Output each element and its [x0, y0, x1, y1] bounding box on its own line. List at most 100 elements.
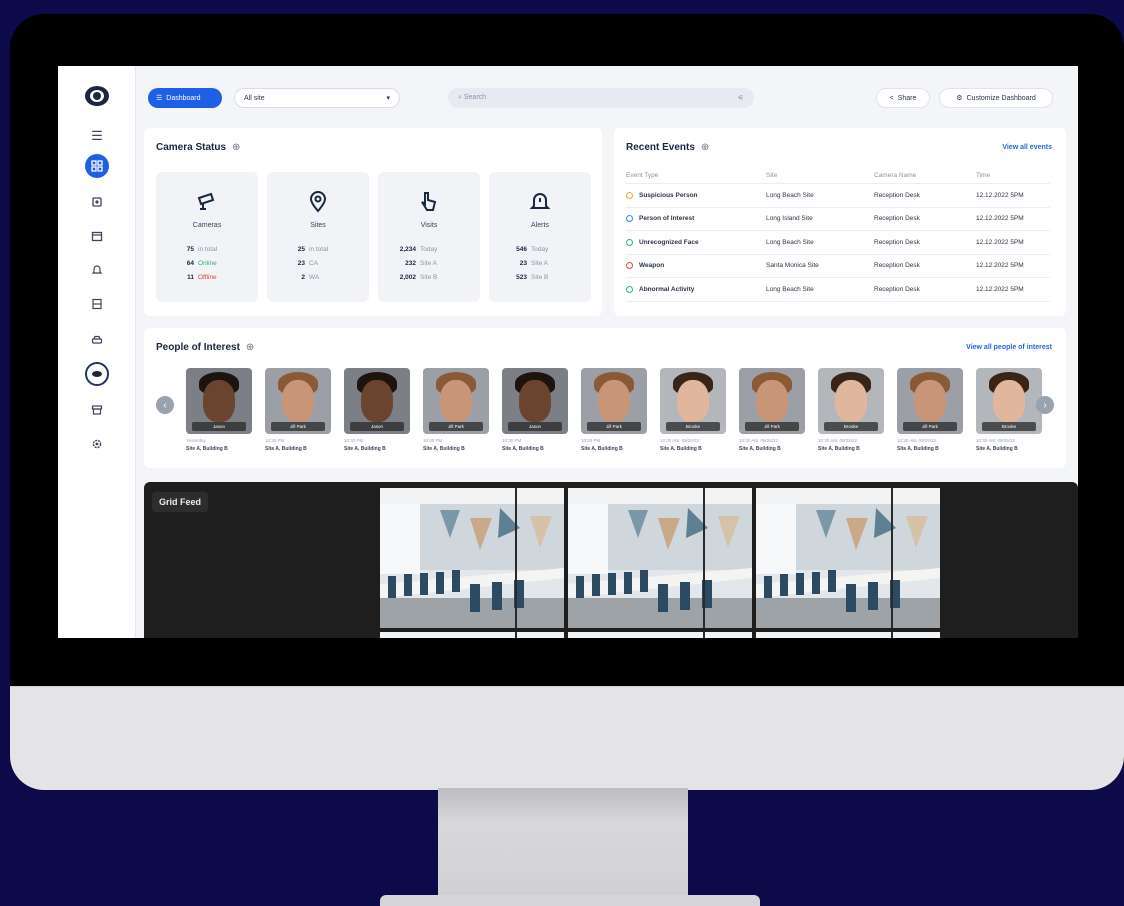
search-input[interactable]: ⌕ Search ⚟ [448, 88, 754, 108]
camera-feed-tile[interactable] [568, 488, 752, 628]
event-site: Long Island Site [766, 215, 813, 223]
calendar-icon [91, 231, 103, 242]
carousel-prev-button[interactable]: ‹ [156, 396, 174, 414]
info-icon[interactable]: ⊕ [246, 342, 254, 353]
event-type-cell: Person of Interest [626, 215, 766, 223]
person-name: Jason [192, 422, 246, 431]
person-name: Brooke [982, 422, 1036, 431]
stat-row: 2,002 Site B [392, 274, 438, 281]
person-photo: Brooke [818, 368, 884, 434]
person-last-seen: 10:30 PM [502, 438, 522, 443]
stat-value: 2,002 [399, 274, 416, 281]
person-photo: Jason [186, 368, 252, 434]
stat-card-alerts[interactable]: Alerts 546 Today 23 Site A 523 Site B [489, 172, 591, 302]
camera-feed-tile[interactable] [380, 632, 564, 638]
person-photo: Jill Park [739, 368, 805, 434]
stat-caption: Offline [198, 274, 217, 281]
event-site: Long Beach Site [766, 238, 814, 246]
event-status-icon [626, 191, 633, 199]
event-type-cell: Abnormal Activity [626, 285, 766, 293]
sidebar-item-archive[interactable] [85, 398, 109, 422]
stat-value: 2,234 [399, 246, 416, 253]
stat-card-label: Sites [310, 222, 326, 229]
stat-row: 25 in total [281, 246, 328, 253]
sidebar-item-dashboard[interactable] [85, 154, 109, 178]
event-time: 12.12.2022 5PM [976, 262, 1024, 270]
header-site: Site [766, 172, 778, 179]
person-photo: Jill Park [897, 368, 963, 434]
table-row[interactable]: Person of Interest Long Island Site Recept… [626, 208, 1050, 231]
view-all-people-link[interactable]: View all people of interest [966, 344, 1052, 351]
camera-feed-tile[interactable] [756, 632, 940, 638]
event-camera: Reception Desk [874, 262, 920, 270]
sidebar-item-layout[interactable] [85, 292, 109, 316]
carousel-next-button[interactable]: › [1036, 396, 1054, 414]
info-icon[interactable]: ⊕ [232, 142, 240, 153]
event-status-icon [626, 285, 633, 293]
person-last-seen: 10:30 AM, 09/25/22 [897, 438, 937, 443]
person-photo: Brooke [976, 368, 1042, 434]
monitor-foot [380, 895, 760, 906]
table-row[interactable]: Abnormal Activity Long Beach Site Receptio… [626, 278, 1050, 302]
filter-icon[interactable]: ⚟ [738, 94, 744, 102]
table-row[interactable]: Unrecognized Face Long Beach Site Receptio… [626, 231, 1050, 255]
car-icon [91, 335, 103, 344]
stat-row: 2 WA [281, 274, 319, 281]
dashboard-button[interactable]: ☰ Dashboard [148, 88, 222, 108]
sidebar-item-camera[interactable] [85, 190, 109, 214]
menu-icon[interactable]: ☰ [85, 124, 109, 148]
recent-events-title: Recent Events ⊕ [626, 142, 709, 153]
camera-feed-tile[interactable] [380, 488, 564, 628]
stat-card-label: Visits [420, 222, 438, 229]
stat-value: 75 [186, 246, 194, 253]
camera-feed-tile[interactable] [756, 488, 940, 628]
sidebar-item-alerts[interactable] [85, 258, 109, 282]
person-location: Site A, Building B [739, 446, 781, 452]
share-button[interactable]: < Share [876, 88, 930, 108]
person-location: Site A, Building B [581, 446, 623, 452]
person-last-seen: 10:30 PM [265, 438, 285, 443]
person-name: Jason [508, 422, 562, 431]
sidebar-item-eye[interactable] [85, 362, 109, 386]
camera-status-panel: Camera Status ⊕ Cameras 75 in total 64 Onlin… [144, 128, 602, 316]
person-last-seen: 10:30 AM, 09/25/22 [739, 438, 779, 443]
info-icon[interactable]: ⊕ [701, 142, 709, 153]
camera-feed-tile[interactable] [568, 632, 752, 638]
stat-card-visits[interactable]: Visits 2,234 Today 232 Site A 2,002 Site B [378, 172, 480, 302]
event-type: Person of Interest [639, 215, 695, 223]
event-time: 12.12.2022 5PM [976, 238, 1024, 246]
sidebar-item-settings[interactable] [85, 432, 109, 456]
stat-card-sites[interactable]: Sites 25 in total 23 CA 2 WA [267, 172, 369, 302]
camera-box-icon [92, 197, 102, 207]
stat-value: 546 [516, 246, 527, 253]
recent-events-panel: Recent Events ⊕ View all events Event Ty… [614, 128, 1066, 316]
archive-icon [91, 405, 103, 415]
site-select[interactable]: All site ▾ [234, 88, 400, 108]
event-camera: Reception Desk [874, 285, 920, 293]
monitor-stand [438, 788, 688, 906]
stat-card-cameras[interactable]: Cameras 75 in total 64 Online 11 Offline [156, 172, 258, 302]
table-row[interactable]: Weapon Santa Monica Site Reception Desk 12.… [626, 255, 1050, 278]
grid-feed-label: Grid Feed [152, 492, 209, 512]
sidebar-item-vehicles[interactable] [85, 328, 109, 352]
event-camera: Reception Desk [874, 238, 920, 246]
view-all-events-link[interactable]: View all events [1002, 144, 1052, 151]
stat-caption: Site A [531, 260, 548, 267]
event-status-icon [626, 262, 633, 270]
customize-dashboard-button[interactable]: ⚙ Customize Dashboard [939, 88, 1053, 108]
person-photo: Brooke [660, 368, 726, 434]
chevron-down-icon: ▾ [386, 95, 390, 102]
stat-value: 232 [405, 260, 416, 267]
stat-row: 232 Site A [392, 260, 437, 267]
event-time: 12.12.2022 5PM [976, 285, 1024, 293]
person-name: Jill Park [745, 422, 799, 431]
person-location: Site A, Building B [660, 446, 702, 452]
stat-value: 64 [186, 260, 194, 267]
header-time: Time [976, 172, 991, 179]
camera-status-heading: Camera Status [156, 142, 227, 153]
table-row[interactable]: Suspicious Person Long Beach Site Receptio… [626, 184, 1050, 208]
camera-icon [197, 192, 215, 210]
sidebar-item-calendar[interactable] [85, 224, 109, 248]
event-type-cell: Weapon [626, 262, 766, 270]
person-last-seen: 10:30 AM, 09/25/22 [818, 438, 858, 443]
